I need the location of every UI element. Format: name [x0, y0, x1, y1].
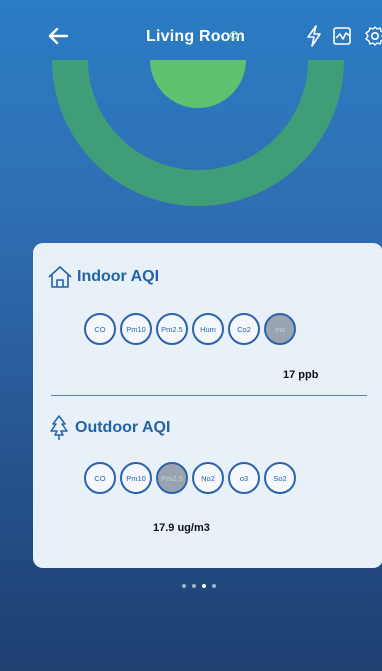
indoor-chip-hum[interactable]: Hum — [192, 313, 224, 345]
indoor-chip-row: CO Pm10 Pm2.5 Hum Co2 Ins — [84, 313, 296, 345]
page-dot[interactable] — [212, 584, 216, 588]
indoor-chip-co[interactable]: CO — [84, 313, 116, 345]
outdoor-chip-pm10[interactable]: Pm10 — [120, 462, 152, 494]
outdoor-chip-co[interactable]: CO — [84, 462, 116, 494]
aqi-card: Indoor AQI CO Pm10 Pm2.5 Hum Co2 Ins 17 … — [33, 243, 382, 568]
gear-icon — [365, 26, 382, 46]
indoor-chip-pm10[interactable]: Pm10 — [120, 313, 152, 345]
indoor-aqi-title: Indoor AQI — [77, 268, 160, 285]
tree-icon — [50, 415, 68, 440]
indoor-chip-pm25[interactable]: Pm2.5 — [156, 313, 188, 345]
indoor-section-header: Indoor AQI — [47, 265, 159, 289]
outdoor-section-header: Outdoor AQI — [47, 415, 170, 441]
outdoor-chip-pm25[interactable]: Pm2.5 — [156, 462, 188, 494]
chart-icon — [333, 27, 351, 45]
outdoor-chip-row: CO Pm10 Pm2.5 No2 o3 So2 — [84, 462, 296, 494]
indoor-chip-ins[interactable]: Ins — [264, 313, 296, 345]
page-dot-active[interactable] — [202, 584, 206, 588]
status-indicator — [230, 31, 238, 39]
power-button[interactable] — [300, 22, 328, 50]
outdoor-aqi-title: Outdoor AQI — [75, 419, 171, 436]
outdoor-chip-o3[interactable]: o3 — [228, 462, 260, 494]
section-divider — [51, 395, 367, 396]
indoor-reading: 17 ppb — [283, 369, 319, 381]
page-dot[interactable] — [192, 584, 196, 588]
back-button[interactable] — [38, 16, 78, 56]
outdoor-chip-so2[interactable]: So2 — [264, 462, 296, 494]
outdoor-chip-no2[interactable]: No2 — [192, 462, 224, 494]
top-bar: Living Room — [0, 0, 382, 80]
indoor-chip-co2[interactable]: Co2 — [228, 313, 260, 345]
settings-button[interactable] — [361, 22, 382, 50]
house-icon — [48, 266, 72, 288]
arrow-left-icon — [48, 27, 69, 45]
history-button[interactable] — [329, 22, 357, 50]
page-dot[interactable] — [182, 584, 186, 588]
bolt-icon — [307, 25, 321, 47]
outdoor-reading: 17.9 ug/m3 — [153, 522, 210, 534]
page-indicator — [182, 584, 216, 588]
